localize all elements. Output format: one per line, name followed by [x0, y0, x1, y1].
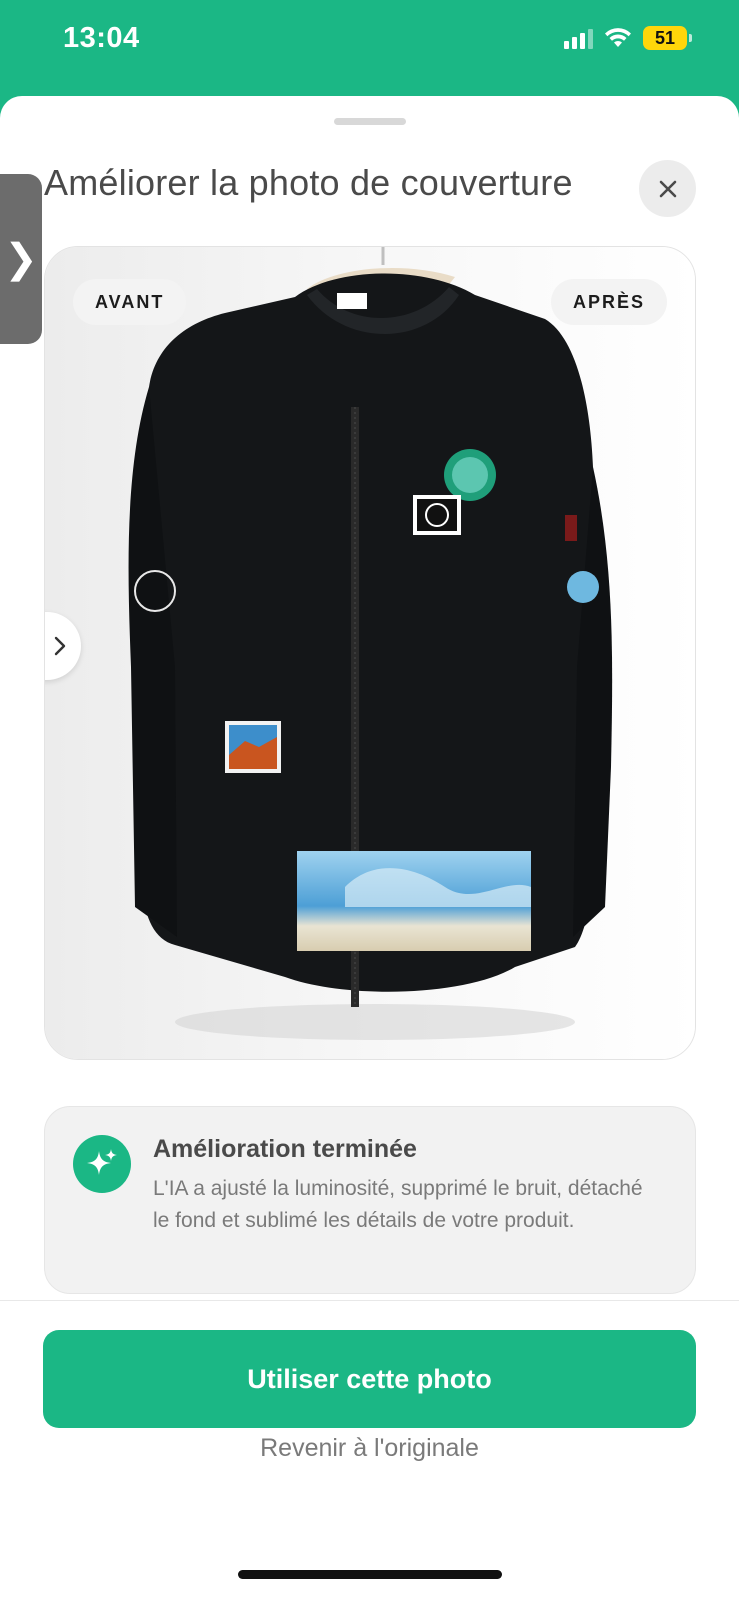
chevron-right-icon — [54, 636, 66, 656]
side-panel-toggle[interactable]: ❯ — [0, 174, 42, 344]
enhancement-info-card: Amélioration terminée L'IA a ajusté la l… — [44, 1106, 696, 1294]
sheet-grabber[interactable] — [334, 118, 406, 125]
page-title: Améliorer la photo de couverture — [44, 162, 573, 203]
revert-original-link[interactable]: Revenir à l'originale — [0, 1434, 739, 1463]
battery-icon: 51 — [643, 26, 692, 50]
after-label: APRÈS — [550, 279, 667, 325]
sparkles-icon — [73, 1135, 131, 1193]
cellular-signal-icon — [564, 27, 593, 49]
before-after-photo[interactable]: AVANT APRÈS — [44, 246, 696, 1060]
home-indicator — [238, 1570, 502, 1579]
close-icon — [659, 180, 676, 197]
status-time: 13:04 — [63, 22, 140, 54]
bottom-sheet: ❯ Améliorer la photo de couverture AVANT… — [0, 96, 739, 1600]
info-description: L'IA a ajusté la luminosité, supprimé le… — [153, 1177, 643, 1232]
status-bar: 13:04 51 — [0, 0, 739, 96]
use-photo-button[interactable]: Utiliser cette photo — [43, 1330, 696, 1428]
close-button[interactable] — [639, 160, 696, 217]
status-icons: 51 — [564, 26, 692, 50]
product-photo — [45, 247, 695, 1059]
info-title: Amélioration terminée — [153, 1135, 417, 1163]
before-label: AVANT — [73, 279, 187, 325]
divider — [0, 1300, 739, 1301]
wifi-icon — [605, 28, 631, 47]
